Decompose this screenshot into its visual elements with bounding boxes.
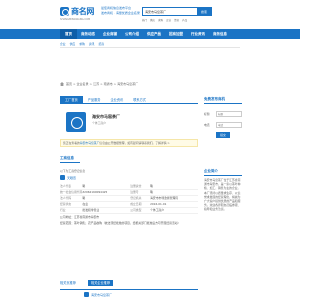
breadcrumb-item[interactable]: 江苏 (93, 82, 99, 86)
tab-factory-home[interactable]: 工厂首页 (60, 96, 83, 103)
info-value: 个体工商户 (150, 207, 198, 214)
related-company-card[interactable]: 海安市马窑茶厂 (84, 292, 112, 297)
related-tabs: 相关页推荐 相关企业推荐 (60, 280, 198, 290)
breadcrumb-separator: > (73, 82, 76, 86)
form-row: 电话 (204, 121, 242, 129)
logo-subtitle: SHANGMINGWANG.COM (60, 18, 91, 21)
nav-item[interactable]: 商务动态 (77, 29, 99, 39)
sidebar-title-intro: 企业简介 (204, 168, 242, 176)
nav-item[interactable]: 招商加盟 (165, 29, 187, 39)
hot-link[interactable]: 求购 (158, 18, 163, 22)
related-company-logo-icon (84, 292, 89, 297)
breadcrumb: 首页 > 企业名录 > 江苏 > 南通市 > 海安市马窑茶厂 (60, 82, 138, 86)
section-title-business-info: 工商信息 (60, 156, 80, 163)
notice-bar: 您正在查看的海安市马窑茶厂信息由公开数据整理，如有疑问请联系我们。了解详情 > (60, 139, 198, 147)
breadcrumb-item[interactable]: 南通市 (104, 82, 113, 86)
hot-links: 热门 供应 求购 企业 资讯 产品 (142, 18, 187, 22)
tab-contact[interactable]: 联系方式 (128, 96, 151, 103)
sidebar: 免费发布商机 标题 电话 提交 企业简介 海安市马窑茶厂位于江苏省南通市海安市，… (204, 96, 242, 212)
field-label: 标题 (204, 112, 210, 116)
company-card: 海安市马窑茶厂 个体工商户 (60, 108, 198, 138)
source-logo-icon (60, 175, 65, 180)
slogan-line-2: 发布商机 · 海量优质企业名录 (101, 10, 140, 15)
hot-link[interactable]: 资讯 (174, 18, 179, 22)
company-logo-icon (66, 112, 86, 132)
nav-item-home[interactable]: 首页 (60, 29, 77, 39)
notice-highlight[interactable]: 海安市马窑茶厂 (80, 141, 100, 145)
sub-nav: 企业 供应 求购 资讯 招商 (60, 40, 240, 48)
tab-products[interactable]: 产品服务 (83, 96, 106, 103)
form-row: 标题 (204, 110, 242, 118)
business-scope: 经营范围：茶叶销售；农产品收购（依法须经批准的项目，经相关部门批准后方可开展经营… (60, 220, 181, 225)
breadcrumb-item[interactable]: 企业名录 (77, 82, 89, 86)
nav-item[interactable]: 供应产品 (143, 29, 165, 39)
home-icon (60, 82, 64, 86)
info-value: 批发和零售业 (82, 207, 131, 214)
nav-item[interactable]: 行业资讯 (187, 29, 209, 39)
tab-news[interactable]: 企业资讯 (106, 96, 129, 103)
hot-link[interactable]: 企业 (166, 18, 171, 22)
info-heading: 以下为工商登记信息 (60, 169, 86, 173)
phone-field[interactable] (216, 122, 242, 128)
subnav-item[interactable]: 资讯 (89, 42, 95, 46)
breadcrumb-item-current: 海安市马窑茶厂 (117, 82, 139, 86)
company-tabs: 工厂首页 产品服务 企业资讯 联系方式 (60, 96, 198, 104)
hot-link[interactable]: 供应 (150, 18, 155, 22)
tab-related-companies[interactable]: 相关企业推荐 (87, 280, 114, 286)
field-label: 电话 (204, 123, 210, 127)
breadcrumb-separator: > (100, 82, 103, 86)
site-logo[interactable]: 商名网 (60, 5, 98, 17)
company-type: 个体工商户 (92, 121, 106, 125)
nav-item[interactable]: 企业商铺 (99, 29, 121, 39)
company-name: 海安市马窑茶厂 (92, 114, 120, 119)
nav-item[interactable]: 商务信息 (209, 29, 231, 39)
subnav-item[interactable]: 求购 (79, 42, 85, 46)
main-content: 工厂首页 产品服务 企业资讯 联系方式 海安市马窑茶厂 个体工商户 您正在查看的… (60, 96, 198, 225)
page-header: 商名网 SHANGMINGWANG.COM 最佳商机信息发布平台 发布商机 · … (0, 0, 300, 28)
business-info-table: 法人代表 略 注册资金 略 统一社会信用代码 32062160094425 注册… (60, 183, 198, 214)
hot-link[interactable]: 热门 (142, 18, 147, 22)
notice-text: 您正在查看的 (63, 141, 80, 145)
search-input[interactable] (143, 8, 195, 15)
sidebar-title-publish: 免费发布商机 (204, 96, 242, 104)
info-key: 行业 (60, 207, 83, 214)
info-source-label: 天眼查 (67, 175, 77, 180)
company-intro: 海安市马窑茶厂位于江苏省南通市海安市，是一家以茶叶种植、加工、销售为主的企业。本… (204, 178, 241, 212)
logo-text: 商名网 (71, 5, 95, 16)
tab-related-pages[interactable]: 相关页推荐 (60, 280, 76, 289)
info-source: 天眼查 (60, 174, 198, 181)
breadcrumb-separator: > (113, 82, 117, 86)
publish-form: 标题 电话 提交 (204, 110, 242, 138)
breadcrumb-separator: > (89, 82, 93, 86)
logo-mark-icon (60, 6, 69, 16)
site-slogan: 最佳商机信息发布平台 发布商机 · 海量优质企业名录 (101, 6, 140, 15)
subnav-item[interactable]: 供应 (70, 42, 76, 46)
related-company-name[interactable]: 海安市马窑茶厂 (91, 293, 112, 297)
table-row: 行业 批发和零售业 公司类型 个体工商户 (60, 207, 198, 214)
subnav-item[interactable]: 招商 (98, 42, 104, 46)
submit-button[interactable]: 提交 (216, 132, 230, 138)
breadcrumb-item[interactable]: 首页 (66, 82, 72, 86)
hot-link[interactable]: 产品 (182, 18, 187, 22)
search-button[interactable]: 搜索 (197, 8, 211, 15)
subnav-item[interactable]: 企业 (60, 42, 66, 46)
title-field[interactable] (216, 111, 242, 117)
info-key: 公司类型 (130, 207, 151, 214)
nav-item[interactable]: 公司介绍 (121, 29, 143, 39)
main-nav: 首页 商务动态 企业商铺 公司介绍 供应产品 招商加盟 行业资讯 商务信息 (0, 29, 300, 39)
notice-rest[interactable]: 信息由公开数据整理，如有疑问请联系我们。了解详情 > (99, 141, 169, 145)
search-box: 搜索 (142, 7, 212, 16)
